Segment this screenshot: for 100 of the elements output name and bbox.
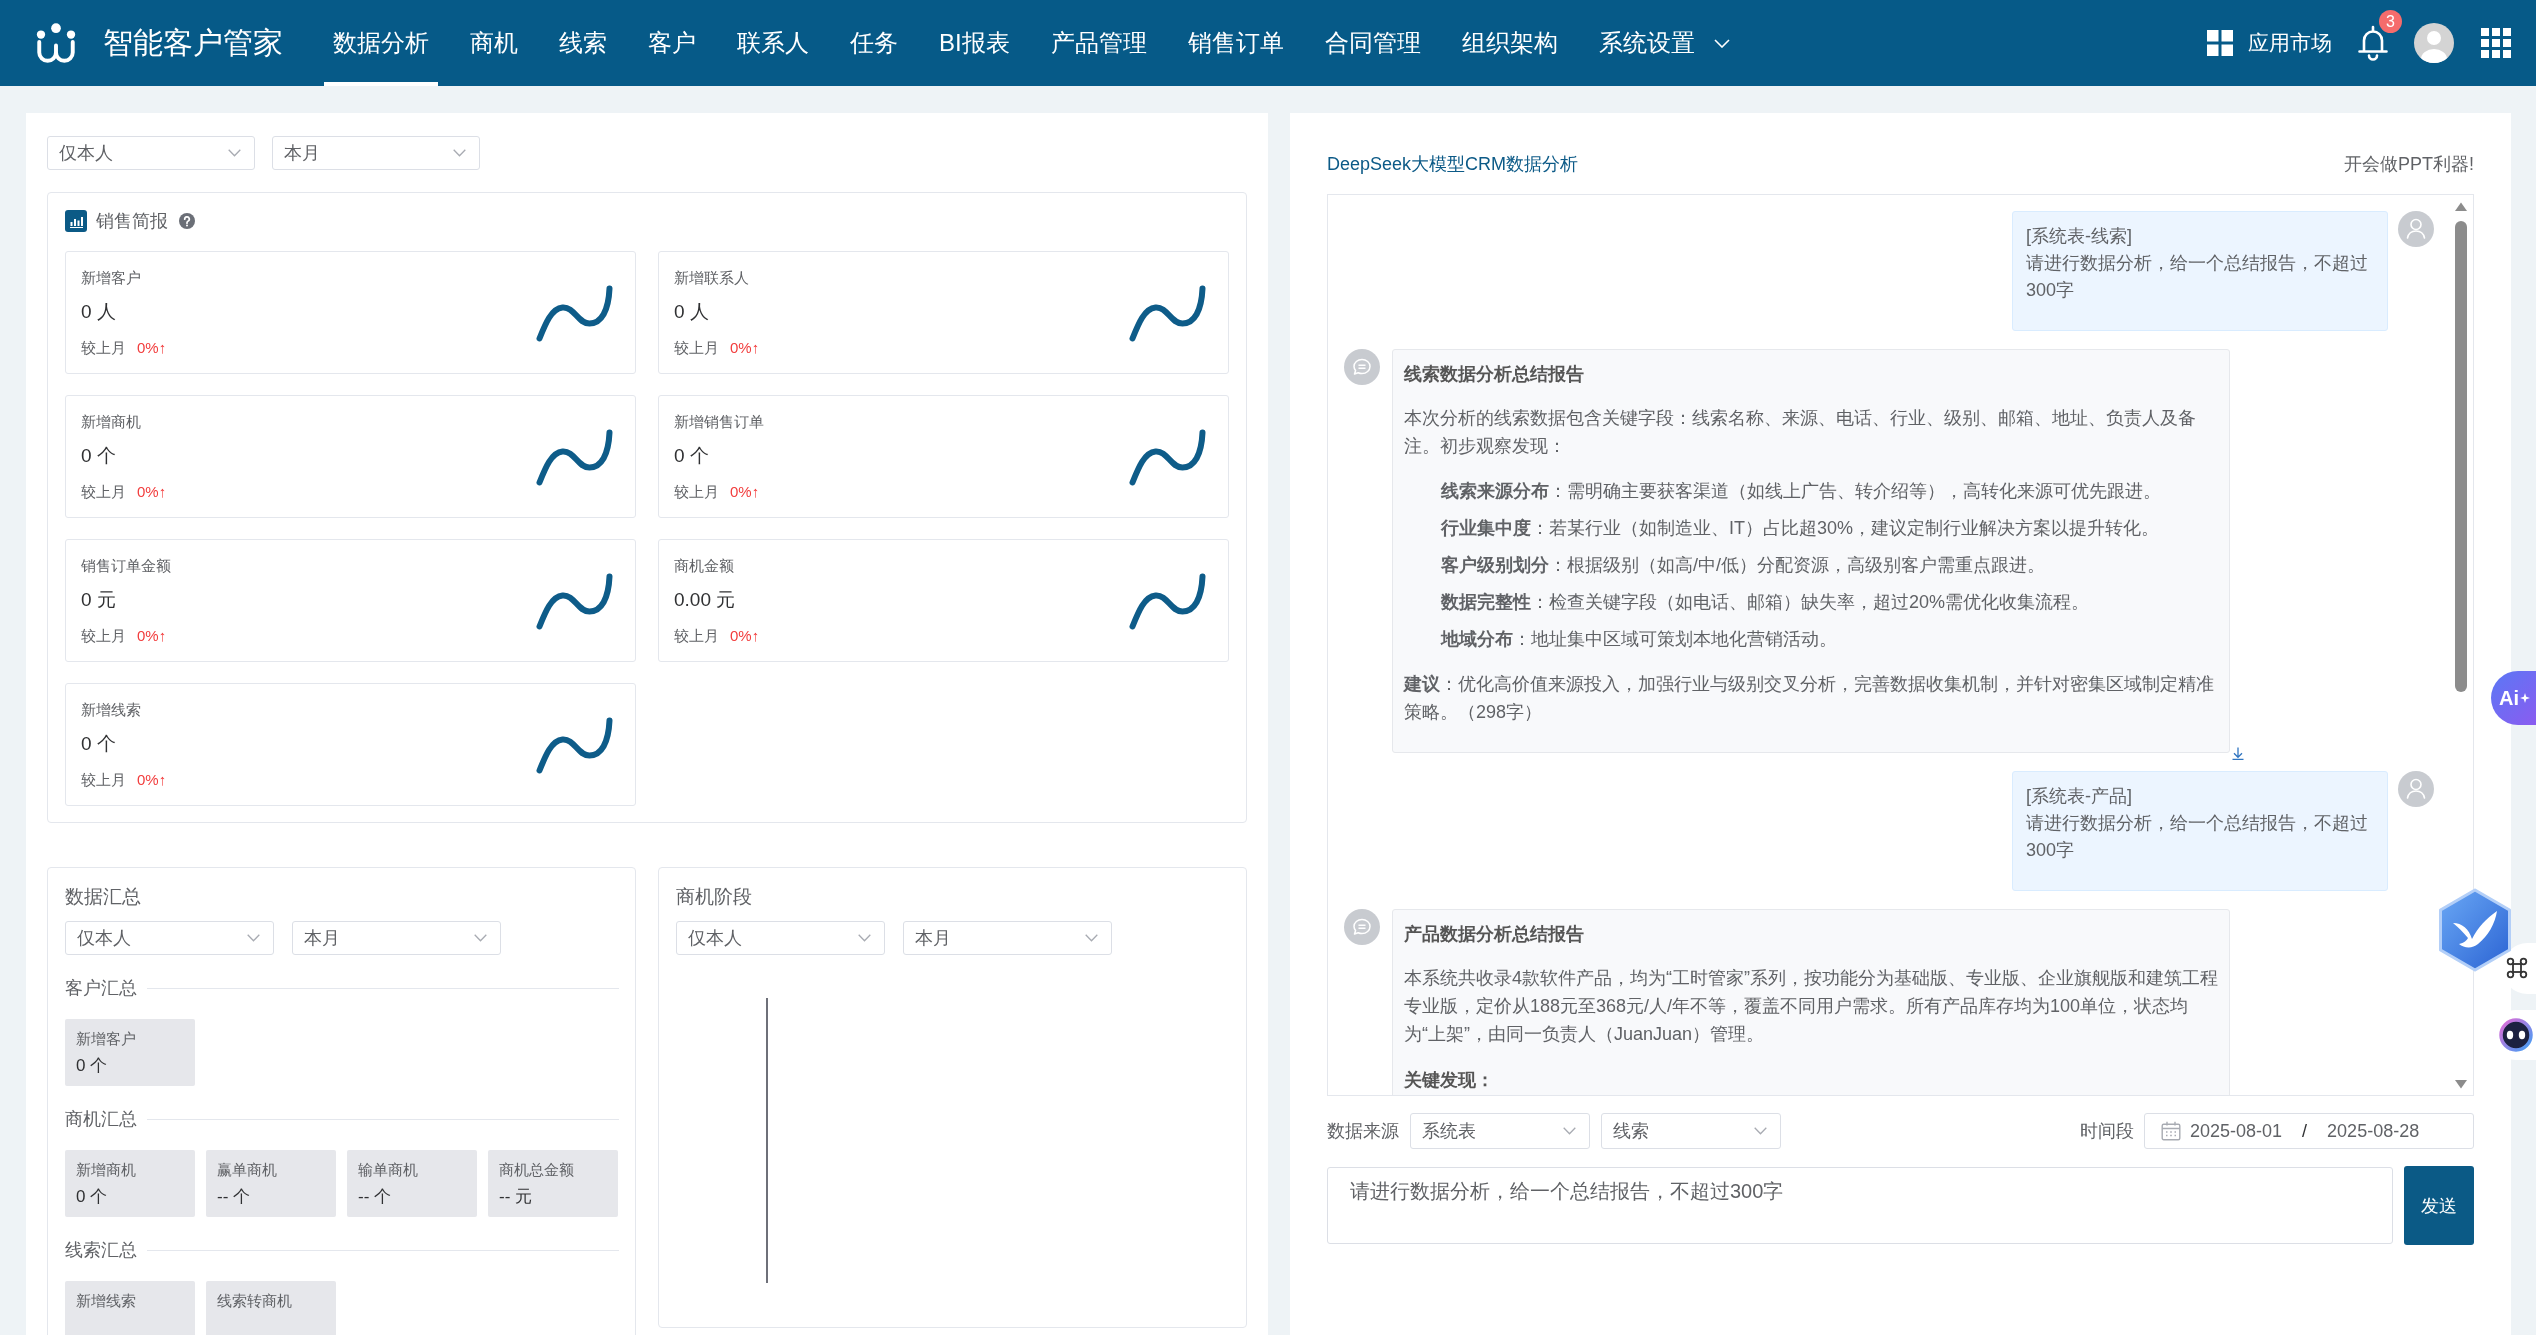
tile-label: 输单商机 [358, 1160, 418, 1180]
trend-wave-icon [536, 285, 613, 342]
change-percent: 0%↑ [730, 482, 760, 502]
tile-value: -- 个 [217, 1186, 251, 1208]
trend-wave-icon [1129, 285, 1206, 342]
chevron-down-icon [228, 149, 241, 157]
nav-tab[interactable]: 线索 [550, 0, 616, 86]
filter-select[interactable]: 仅本人 [676, 921, 885, 955]
tile-label: 赢单商机 [217, 1160, 277, 1180]
message-tag: [系统表-线索] [2026, 223, 2374, 250]
comparison-label: 较上月 [674, 338, 719, 358]
message-tag: [系统表-产品] [2026, 783, 2374, 810]
logo-icon [35, 22, 77, 64]
change-percent: 0%↑ [137, 338, 167, 358]
help-icon[interactable] [179, 213, 195, 229]
nav-tab[interactable]: 系统设置 [1589, 0, 1739, 86]
filter-select[interactable]: 本月 [292, 921, 501, 955]
scrollbar-thumb[interactable] [2455, 221, 2467, 692]
grid-icon [2207, 30, 2233, 56]
nav-tab[interactable]: 合同管理 [1315, 0, 1430, 86]
avatar-icon[interactable] [2414, 23, 2454, 63]
scroll-down-icon[interactable] [2455, 1080, 2467, 1089]
tile-value: 0 个 [76, 1055, 108, 1077]
trend-wave-icon [1129, 429, 1206, 486]
nav-tab[interactable]: 组织架构 [1452, 0, 1567, 86]
list-item: 数据完整性：检查关键字段（如电话、邮箱）缺失率，超过20%需优化收集流程。 [1441, 591, 2091, 614]
field-label: 时间段 [2080, 1120, 2134, 1143]
nav-tab[interactable]: 销售订单 [1178, 0, 1293, 86]
metric-value: 0 个 [81, 732, 116, 756]
metric-label: 新增线索 [81, 700, 141, 720]
filter-select[interactable]: 仅本人 [47, 136, 255, 170]
date-separator: / [2302, 1120, 2308, 1142]
start-date[interactable]: 2025-08-01 [2190, 1120, 2283, 1142]
notification-badge: 3 [2379, 10, 2402, 33]
metric-label: 商机金额 [674, 556, 734, 576]
bar-chart-icon [65, 210, 87, 232]
download-icon[interactable] [2232, 747, 2244, 760]
nav-tab[interactable]: 产品管理 [1041, 0, 1156, 86]
app-market-link[interactable]: 应用市场 [2207, 29, 2332, 57]
comparison-label: 较上月 [81, 482, 126, 502]
metric-value: 0 人 [674, 300, 709, 324]
bird-icon[interactable] [2438, 888, 2512, 972]
change-percent: 0%↑ [137, 770, 167, 790]
scroll-up-icon[interactable] [2455, 202, 2467, 211]
comparison-label: 较上月 [674, 482, 719, 502]
message-text: 请进行数据分析，给一个总结报告，不超过300字 [2026, 812, 2369, 862]
message-heading: 线索数据分析总结报告 [1404, 363, 1584, 386]
message-text: 请进行数据分析，给一个总结报告，不超过300字 [2026, 252, 2369, 302]
tile-label: 新增线索 [76, 1291, 136, 1311]
send-button[interactable]: 发送 [2404, 1166, 2474, 1245]
chevron-down-icon [1754, 1127, 1767, 1135]
prompt-textarea[interactable]: 请进行数据分析，给一个总结报告，不超过300字 [1327, 1167, 2393, 1244]
chevron-down-icon [453, 149, 466, 157]
metric-value: 0.00 元 [674, 588, 736, 612]
message-paragraph: 建议：优化高价值来源投入，加强行业与级别交叉分析，完善数据收集机制，并针对密集区域制定精准策略。（298字） [1404, 673, 2215, 724]
nav-tab[interactable]: 任务 [841, 0, 907, 86]
source-select[interactable]: 系统表 [1410, 1113, 1590, 1149]
panel-title: 商机阶段 [676, 885, 752, 909]
date-range-picker[interactable]: 2025-08-01 / 2025-08-28 [2144, 1113, 2474, 1149]
user-avatar-icon [2398, 771, 2434, 807]
metric-value: 0 个 [81, 444, 116, 468]
field-label: 数据来源 [1327, 1120, 1399, 1143]
list-item: 行业集中度：若某行业（如制造业、IT）占比超30%，建议定制行业解决方案以提升转化。 [1441, 517, 2161, 540]
speech-bubble-icon [1344, 909, 1380, 945]
user-avatar-icon [2398, 211, 2434, 247]
chevron-down-icon [858, 934, 871, 942]
comparison-label: 较上月 [674, 626, 719, 646]
metric-label: 新增商机 [81, 412, 141, 432]
nav-tab[interactable]: BI报表 [930, 0, 1019, 86]
metric-value: 0 个 [674, 444, 709, 468]
tile-label: 线索转商机 [217, 1291, 292, 1311]
comparison-label: 较上月 [81, 338, 126, 358]
comparison-label: 较上月 [81, 770, 126, 790]
message-heading: 关键发现： [1404, 1069, 1494, 1092]
section-title: 销售简报 [96, 210, 168, 233]
nav-tab[interactable]: 数据分析 [324, 0, 438, 86]
tile-value: -- 个 [358, 1186, 392, 1208]
change-percent: 0%↑ [730, 338, 760, 358]
comparison-label: 较上月 [81, 626, 126, 646]
apps-grid-icon[interactable] [2481, 28, 2511, 58]
group-title: 商机汇总 [65, 1108, 137, 1131]
trend-wave-icon [536, 717, 613, 774]
bell-icon[interactable] [2356, 25, 2390, 61]
chevron-down-icon [1085, 934, 1098, 942]
end-date[interactable]: 2025-08-28 [2327, 1120, 2420, 1142]
message-heading: 产品数据分析总结报告 [1404, 923, 1584, 946]
nav-tab[interactable]: 客户 [639, 0, 705, 86]
nav-tab[interactable]: 联系人 [728, 0, 818, 86]
chevron-down-icon [247, 934, 260, 942]
filter-select[interactable]: 本月 [272, 136, 480, 170]
tile-label: 新增客户 [76, 1029, 136, 1049]
chevron-down-icon [1563, 1127, 1576, 1135]
metric-value: 0 人 [81, 300, 116, 324]
source-select[interactable]: 线索 [1601, 1113, 1781, 1149]
nav-tab[interactable]: 商机 [461, 0, 527, 86]
change-percent: 0%↑ [137, 482, 167, 502]
tile-value: -- 元 [499, 1186, 533, 1208]
filter-select[interactable]: 本月 [903, 921, 1112, 955]
trend-wave-icon [1129, 573, 1206, 630]
filter-select[interactable]: 仅本人 [65, 921, 274, 955]
